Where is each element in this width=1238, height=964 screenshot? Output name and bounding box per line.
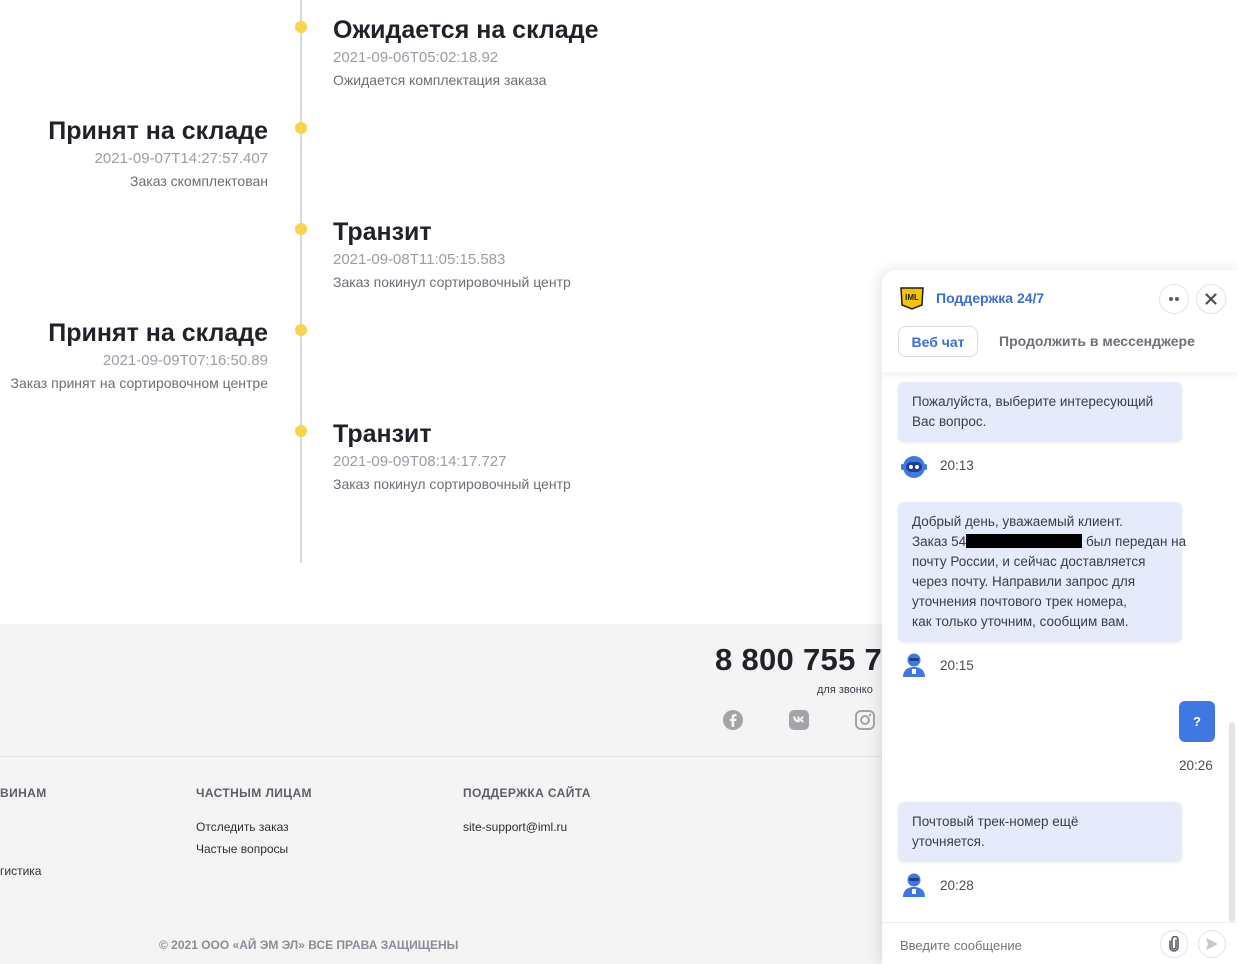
timeline-entry: Транзит 2021-09-08T11:05:15.583 Заказ по… xyxy=(333,217,571,292)
close-icon xyxy=(1205,293,1217,305)
bot-message: Пожалуйста, выберите интересующий Вас во… xyxy=(898,382,1182,442)
close-chat-button[interactable] xyxy=(1196,284,1226,314)
send-button[interactable] xyxy=(1198,930,1226,958)
message-line: уточняется. xyxy=(912,834,985,849)
status-date: 2021-09-07T14:27:57.407 xyxy=(94,150,268,167)
footer-column-heading: ЧАСТНЫМ ЛИЦАМ xyxy=(196,786,312,800)
operator-avatar-icon xyxy=(903,873,925,897)
status-date: 2021-09-09T08:14:17.727 xyxy=(333,453,507,470)
message-line: Вас вопрос. xyxy=(912,414,987,429)
footer-link-faq[interactable]: Частые вопросы xyxy=(196,842,288,856)
copyright: © 2021 ООО «АЙ ЭМ ЭЛ» ВСЕ ПРАВА ЗАЩИЩЕНЫ xyxy=(159,938,459,952)
phone-caption: для звонко xyxy=(817,684,873,696)
footer-link-support-email[interactable]: site-support@iml.ru xyxy=(463,820,567,834)
message-line: Пожалуйста, выберите интересующий xyxy=(912,394,1154,409)
footer-link[interactable]: гистика xyxy=(0,864,41,878)
instagram-icon[interactable] xyxy=(854,709,876,731)
attach-button[interactable] xyxy=(1160,930,1188,958)
bot-icon xyxy=(901,456,927,478)
status-title: Принят на складе xyxy=(48,319,268,347)
timeline-entry: Принят на складе 2021-09-09T07:16:50.89 … xyxy=(11,318,269,393)
timeline-dot xyxy=(295,223,307,235)
message-fragment: был передан на xyxy=(1085,534,1187,549)
timeline-entry: Транзит 2021-09-09T08:14:17.727 Заказ по… xyxy=(333,419,571,494)
iml-logo: IML xyxy=(900,287,924,310)
user-message-time: 20:26 xyxy=(1179,758,1213,773)
status-title: Принят на складе xyxy=(48,117,268,145)
operator-message: Почтовый трек-номер ещё уточняется. xyxy=(898,802,1182,862)
more-options-button[interactable] xyxy=(1159,284,1189,314)
timeline-entry: Ожидается на складе 2021-09-06T05:02:18.… xyxy=(333,15,598,90)
message-line: Добрый день, уважаемый клиент. xyxy=(912,514,1123,529)
message-line: как только уточним, сообщим вам. xyxy=(912,614,1129,629)
message-fragment: Заказ 54 xyxy=(912,534,967,549)
send-icon xyxy=(1206,938,1218,950)
message-line: почту России, и сейчас доставляется xyxy=(912,554,1146,569)
message-time: 20:13 xyxy=(940,458,974,473)
operator-avatar-icon xyxy=(903,653,925,677)
footer-column-heading: ВИНАМ xyxy=(0,786,47,800)
page: Ожидается на складе 2021-09-06T05:02:18.… xyxy=(0,0,1238,964)
status-description: Заказ покинул сортировочный центр xyxy=(333,274,571,290)
footer-link-track-order[interactable]: Отследить заказ xyxy=(196,820,289,834)
timeline-entry: Принят на складе 2021-09-07T14:27:57.407… xyxy=(48,116,268,191)
chat-widget: IML Поддержка 24/7 Веб чат Продолжить в … xyxy=(882,270,1238,964)
tab-web-chat[interactable]: Веб чат xyxy=(898,326,978,357)
dots-icon xyxy=(1169,297,1179,301)
chat-scrollbar[interactable] xyxy=(1229,722,1235,922)
status-date: 2021-09-08T11:05:15.583 xyxy=(333,251,506,268)
timeline-dot xyxy=(295,21,307,33)
message-input[interactable] xyxy=(900,938,1076,953)
status-description: Заказ принят на сортировочном центре xyxy=(10,375,269,391)
message-line: через почту. Направили запрос для xyxy=(912,574,1136,589)
support-phone[interactable]: 8 800 755 7 xyxy=(715,642,882,678)
status-title: Ожидается на складе xyxy=(333,16,599,44)
status-title: Транзит xyxy=(333,420,432,448)
message-line: Заказ 54 был передан на xyxy=(912,532,1186,552)
vk-icon[interactable] xyxy=(788,709,810,731)
status-description: Заказ скомплектован xyxy=(130,173,268,189)
logo-text: IML xyxy=(905,293,919,302)
message-line: Почтовый трек-номер ещё xyxy=(912,814,1079,829)
status-title: Транзит xyxy=(333,218,432,246)
paperclip-icon xyxy=(1169,936,1179,952)
timeline-dot xyxy=(295,425,307,437)
status-date: 2021-09-06T05:02:18.92 xyxy=(333,49,499,66)
timeline-dot xyxy=(295,122,307,134)
chat-header: IML Поддержка 24/7 Веб чат Продолжить в … xyxy=(882,270,1238,372)
chat-title: Поддержка 24/7 xyxy=(936,290,1045,306)
status-date: 2021-09-09T07:16:50.89 xyxy=(102,352,268,369)
message-time: 20:15 xyxy=(940,658,974,673)
footer-column-heading: ПОДДЕРЖКА САЙТА xyxy=(463,786,591,800)
tab-messenger[interactable]: Продолжить в мессенджере xyxy=(999,333,1195,349)
message-line: уточнения почтового трек номера, xyxy=(912,594,1127,609)
status-description: Заказ покинул сортировочный центр xyxy=(333,476,571,492)
redacted-order-number xyxy=(966,533,1083,548)
message-time: 20:28 xyxy=(940,878,974,893)
timeline-line xyxy=(300,0,302,563)
user-message: ? xyxy=(1179,701,1215,742)
status-description: Ожидается комплектация заказа xyxy=(333,72,547,88)
facebook-icon[interactable] xyxy=(722,709,744,731)
timeline-dot xyxy=(295,324,307,336)
operator-message: Добрый день, уважаемый клиент. Заказ 54 … xyxy=(898,502,1186,642)
